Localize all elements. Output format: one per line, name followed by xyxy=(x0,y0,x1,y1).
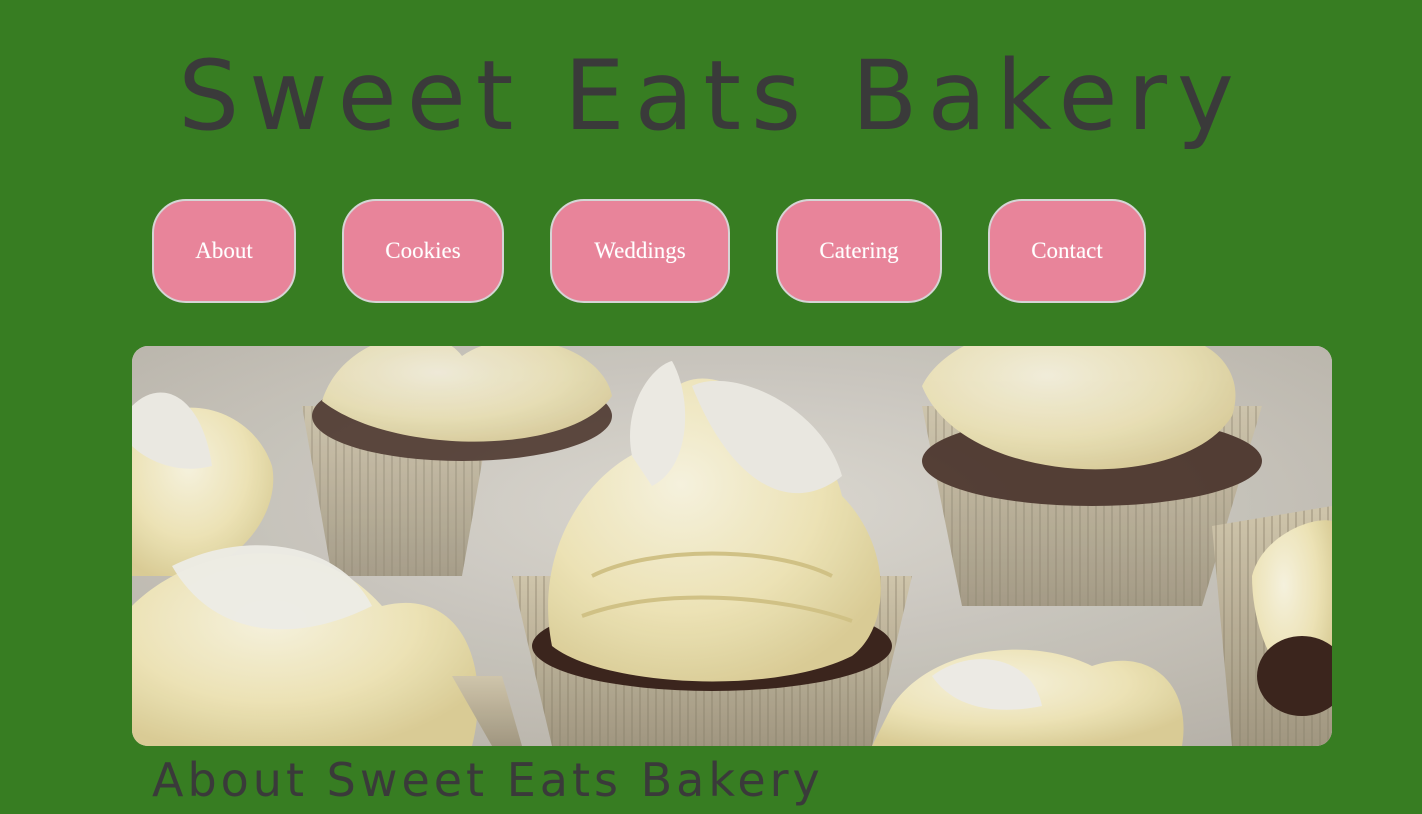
nav-contact-button[interactable]: Contact xyxy=(988,199,1146,303)
nav-catering-button[interactable]: Catering xyxy=(776,199,942,303)
about-heading: About Sweet Eats Bakery xyxy=(152,753,824,807)
nav-cookies-button[interactable]: Cookies xyxy=(342,199,504,303)
nav-weddings-button[interactable]: Weddings xyxy=(550,199,730,303)
nav-about-button[interactable]: About xyxy=(152,199,296,303)
hero-cupcakes-image xyxy=(132,346,1332,746)
site-title: Sweet Eats Bakery xyxy=(178,40,1244,152)
